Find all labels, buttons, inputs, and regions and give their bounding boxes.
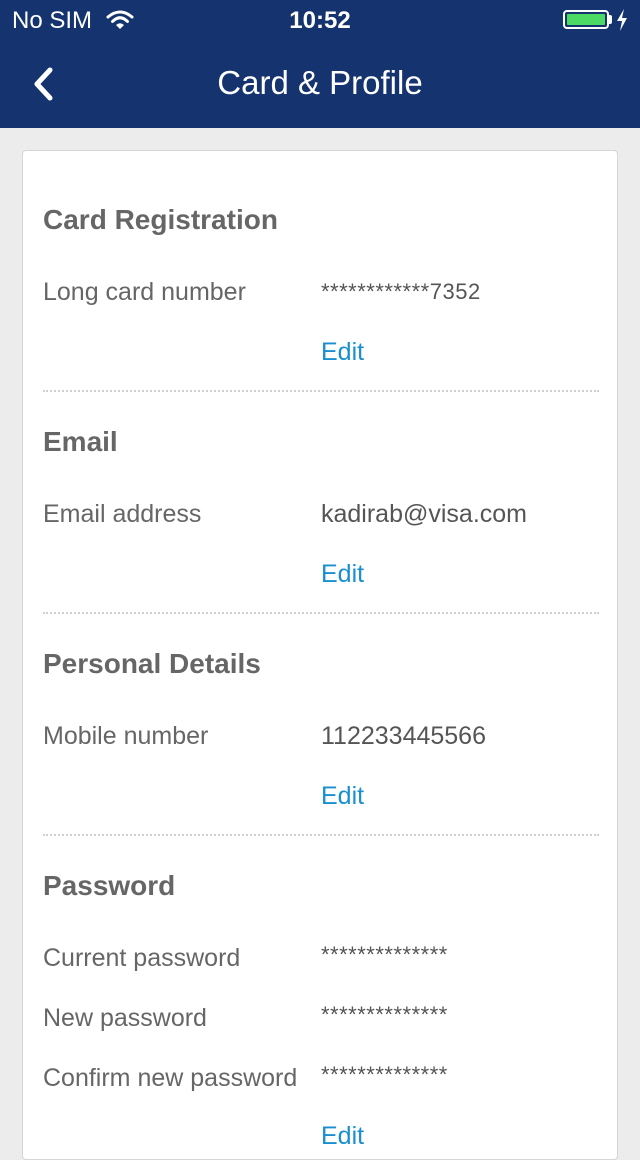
- card-registration-title: Card Registration: [43, 204, 278, 235]
- divider: [43, 390, 599, 392]
- status-time: 10:52: [289, 7, 351, 34]
- password-title: Password: [43, 870, 176, 901]
- confirm-new-password-value: **************: [321, 1062, 448, 1087]
- long-card-number-label: Long card number: [43, 278, 246, 306]
- mobile-number-value: 112233445566: [321, 722, 486, 750]
- battery-icon: [563, 10, 609, 29]
- edit-card-button[interactable]: Edit: [321, 338, 364, 367]
- email-address-value: kadirab@visa.com: [321, 500, 528, 528]
- edit-personal-details-button[interactable]: Edit: [321, 782, 364, 811]
- mobile-number-label: Mobile number: [43, 722, 209, 750]
- new-password-value: **************: [321, 1002, 448, 1027]
- battery-tip: [609, 15, 612, 24]
- new-password-label: New password: [43, 1004, 207, 1032]
- edit-password-button[interactable]: Edit: [321, 1122, 364, 1151]
- email-address-label: Email address: [43, 500, 202, 528]
- status-bar: No SIM 10:52: [0, 0, 640, 40]
- personal-details-title: Personal Details: [43, 648, 261, 679]
- email-title: Email: [43, 426, 118, 457]
- navigation-bar: Card & Profile: [0, 40, 640, 128]
- current-password-label: Current password: [43, 944, 241, 972]
- divider: [43, 834, 599, 836]
- charging-bolt-icon: [617, 9, 627, 31]
- current-password-value: **************: [321, 942, 448, 967]
- page-title: Card & Profile: [217, 64, 423, 101]
- confirm-new-password-label: Confirm new password: [43, 1064, 298, 1092]
- divider: [43, 612, 599, 614]
- long-card-number-value: ************7352: [321, 279, 481, 304]
- edit-email-button[interactable]: Edit: [321, 560, 364, 589]
- profile-card: Card Registration Long card number *****…: [22, 150, 618, 1160]
